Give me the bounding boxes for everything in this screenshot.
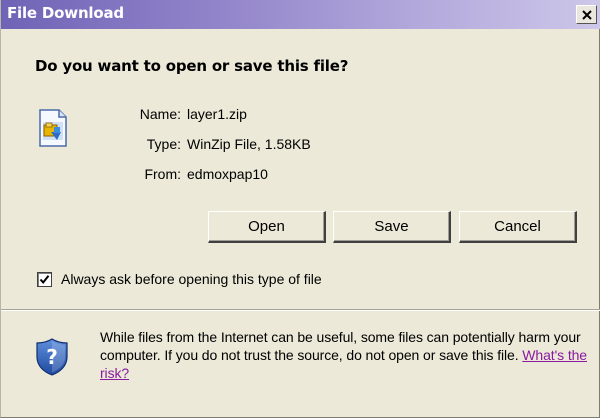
file-name-row: Name: layer1.zip (97, 106, 247, 126)
always-ask-checkbox[interactable] (37, 271, 52, 287)
file-type-label: Type: (146, 136, 181, 152)
file-type-row: Type: WinZip File, 1.58KB (97, 136, 311, 156)
svg-text:?: ? (46, 345, 58, 369)
security-shield-question-icon: ? (34, 337, 70, 377)
cancel-button[interactable]: Cancel (459, 211, 577, 243)
file-from-value: edmoxpap10 (187, 166, 268, 182)
file-from-row: From: edmoxpap10 (97, 166, 268, 186)
zip-file-icon (35, 108, 71, 148)
warning-text: While files from the Internet can be use… (100, 329, 581, 363)
security-warning: While files from the Internet can be use… (100, 328, 590, 382)
file-download-dialog: File Download Do you want to open or sav… (0, 0, 600, 418)
window-title: File Download (7, 4, 124, 22)
close-icon (581, 9, 592, 20)
open-button[interactable]: Open (208, 211, 326, 243)
file-type-value: WinZip File, 1.58KB (187, 136, 311, 152)
close-button[interactable] (576, 5, 597, 24)
separator (1, 309, 600, 311)
always-ask-label: Always ask before opening this type of f… (61, 271, 322, 287)
title-bar[interactable]: File Download (1, 0, 600, 29)
always-ask-option[interactable]: Always ask before opening this type of f… (37, 271, 322, 287)
save-button[interactable]: Save (333, 211, 451, 243)
check-icon (39, 274, 50, 284)
file-from-label: From: (144, 166, 181, 182)
file-name-label: Name: (139, 106, 181, 122)
dialog-question: Do you want to open or save this file? (35, 57, 349, 75)
file-name-value: layer1.zip (187, 106, 247, 122)
